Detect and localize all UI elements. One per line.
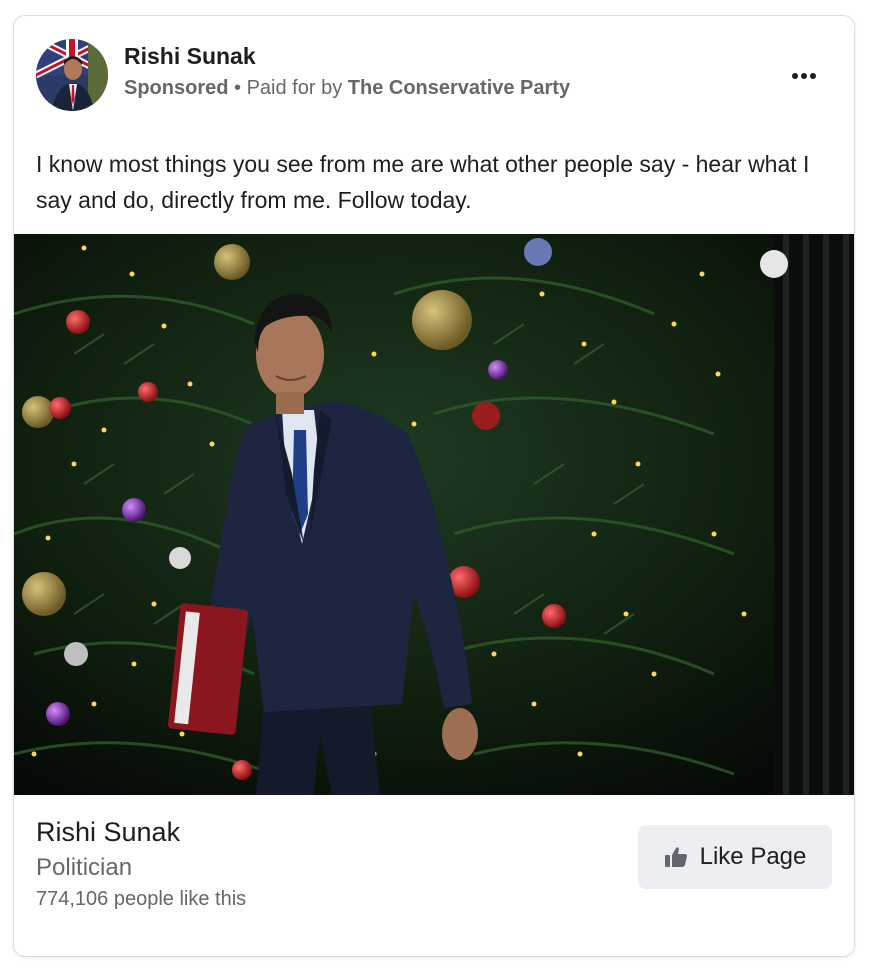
author-avatar[interactable]	[36, 39, 108, 111]
page-info-footer: Rishi Sunak Politician 774,106 people li…	[14, 795, 854, 956]
paid-for-label: Paid for by	[246, 77, 343, 99]
page-name[interactable]: Rishi Sunak	[36, 817, 180, 848]
author-name[interactable]: Rishi Sunak	[124, 43, 256, 70]
post-image[interactable]	[14, 234, 854, 795]
like-page-button[interactable]: Like Page	[638, 825, 832, 889]
sponsored-post-card: Rishi Sunak Sponsored • Paid for by The …	[13, 15, 855, 957]
post-caption: I know most things you see from me are w…	[36, 151, 810, 213]
avatar-image	[36, 39, 108, 111]
meta-separator: •	[234, 77, 242, 99]
thumbs-up-icon	[664, 847, 687, 867]
photo-christmas-tree-scene	[14, 234, 854, 795]
sponsored-label: Sponsored	[124, 77, 229, 99]
post-header: Rishi Sunak Sponsored • Paid for by The …	[14, 16, 854, 126]
page-like-count: 774,106 people like this	[36, 888, 247, 910]
page-category: Politician	[36, 854, 133, 881]
like-page-label: Like Page	[699, 843, 807, 870]
sponsored-meta: Sponsored • Paid for by The Conservative…	[124, 77, 570, 100]
payer-link[interactable]: The Conservative Party	[348, 77, 570, 99]
more-options-button[interactable]	[784, 56, 824, 96]
more-horizontal-icon	[792, 73, 816, 79]
